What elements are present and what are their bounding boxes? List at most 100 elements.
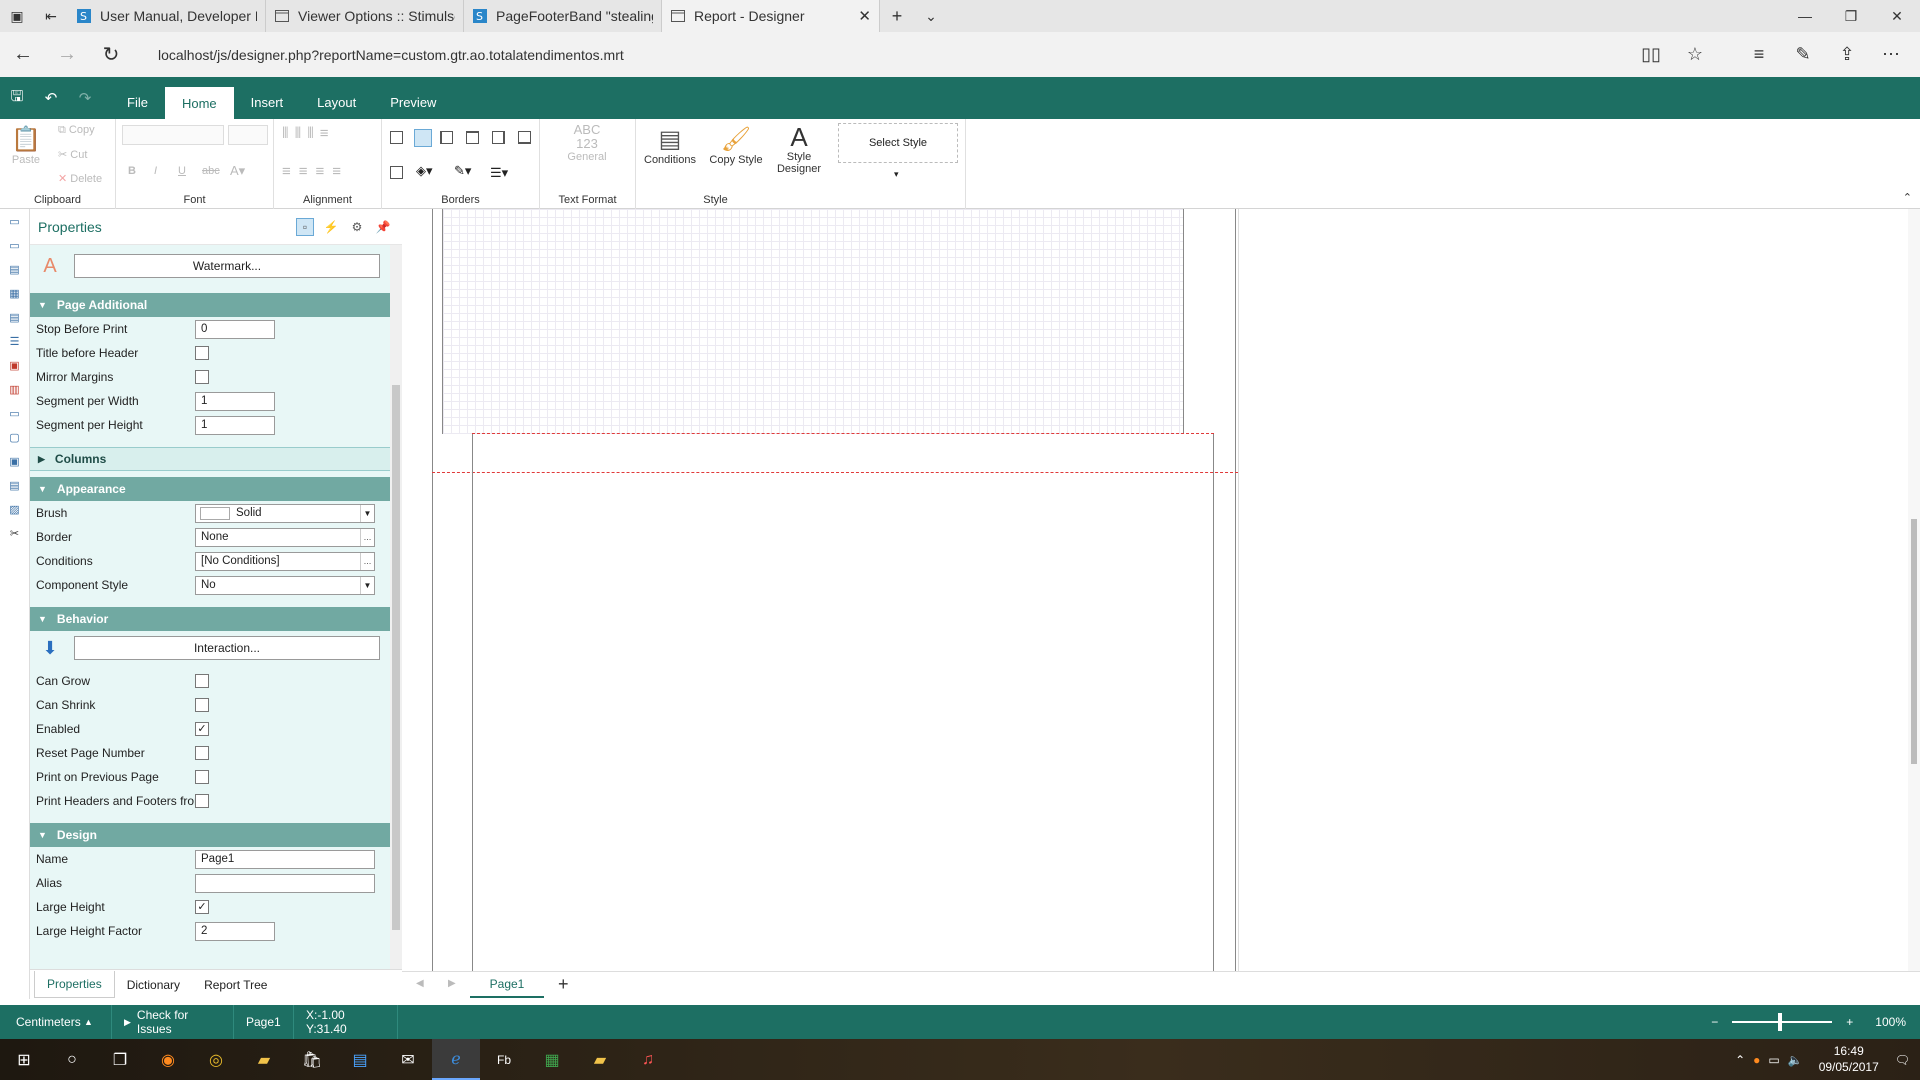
excel-icon[interactable]: ▦: [528, 1039, 576, 1080]
font-color-icon[interactable]: A▾: [230, 163, 245, 179]
tray-app-icon[interactable]: ●: [1753, 1053, 1760, 1067]
data-band-icon[interactable]: ▦: [0, 281, 29, 305]
select-style-box[interactable]: Select Style: [838, 123, 958, 163]
tab-preview[interactable]: Preview: [373, 87, 453, 117]
reading-view-icon[interactable]: ▯▯: [1632, 44, 1670, 65]
refresh-icon[interactable]: ↻: [94, 42, 128, 67]
ellipsis-icon[interactable]: …: [360, 528, 374, 546]
units-selector[interactable]: Centimeters ▲: [0, 1005, 112, 1039]
settings-gear-icon[interactable]: ⚙: [348, 218, 366, 236]
barcode-icon[interactable]: ▥: [0, 377, 29, 401]
tab-preview-chevron-icon[interactable]: ⌄: [914, 0, 948, 32]
enabled-checkbox[interactable]: ✓: [195, 722, 209, 736]
segment-per-height-input[interactable]: 1: [195, 415, 275, 435]
store-icon[interactable]: 🛍: [288, 1039, 336, 1080]
border-color-icon[interactable]: ✎▾: [454, 163, 471, 179]
no-border-icon[interactable]: [390, 166, 403, 179]
page-header-band-icon[interactable]: ▭: [0, 233, 29, 257]
copy-style-button[interactable]: 🖌 Copy Style: [706, 125, 766, 166]
check-issues-button[interactable]: ▶ Check for Issues: [112, 1005, 234, 1039]
tab-properties[interactable]: Properties: [34, 971, 115, 998]
page-body[interactable]: [472, 434, 1214, 971]
can-grow-checkbox[interactable]: [195, 674, 209, 688]
chart-icon[interactable]: ▤: [0, 473, 29, 497]
can-shrink-checkbox[interactable]: [195, 698, 209, 712]
section-page-additional[interactable]: ▼ Page Additional: [30, 293, 390, 317]
add-page-button[interactable]: +: [558, 974, 569, 995]
browser-tab-active[interactable]: Report - Designer ✕: [662, 0, 880, 32]
gauge-icon[interactable]: ▨: [0, 497, 29, 521]
italic-button[interactable]: I: [154, 165, 157, 177]
zoom-in-button[interactable]: +: [1846, 1015, 1853, 1029]
conditions-field[interactable]: [No Conditions]…: [195, 551, 375, 571]
firefox-icon[interactable]: ◉: [144, 1039, 192, 1080]
zoom-slider-knob[interactable]: [1778, 1013, 1783, 1031]
subreport-icon[interactable]: ▣: [0, 449, 29, 473]
tab-report-tree[interactable]: Report Tree: [192, 972, 279, 998]
chrome-icon[interactable]: ◎: [192, 1039, 240, 1080]
border-bottom-icon[interactable]: [518, 131, 531, 144]
brush-select[interactable]: Solid ▼: [195, 503, 375, 523]
start-windows-icon[interactable]: ⊞: [0, 1039, 48, 1080]
print-headers-footers-checkbox[interactable]: [195, 794, 209, 808]
page-next-icon[interactable]: ▶: [448, 978, 456, 989]
tab-list-icon[interactable]: ▣: [0, 0, 34, 32]
delete-button[interactable]: ✕ Delete: [58, 172, 102, 185]
font-name-select[interactable]: [122, 125, 224, 145]
report-title-band-icon[interactable]: ▭: [0, 209, 29, 233]
volume-icon[interactable]: 🔈: [1788, 1053, 1803, 1067]
border-left-icon[interactable]: [440, 131, 453, 144]
network-icon[interactable]: ▭: [1768, 1053, 1779, 1067]
section-design[interactable]: ▼ Design: [30, 823, 390, 847]
app-blue-icon[interactable]: ▤: [336, 1039, 384, 1080]
conditions-button[interactable]: ▤ Conditions: [642, 125, 698, 166]
zoom-slider[interactable]: [1732, 1013, 1833, 1031]
url-field[interactable]: localhost/js/designer.php?reportName=cus…: [158, 47, 624, 63]
section-appearance[interactable]: ▼ Appearance: [30, 477, 390, 501]
large-height-factor-input[interactable]: 2: [195, 921, 275, 941]
firebird-icon[interactable]: Fb: [480, 1039, 528, 1080]
collapse-ribbon-icon[interactable]: ⌃: [1903, 191, 1912, 204]
align-icons-bottom[interactable]: ≡≡≡≡: [282, 163, 349, 180]
save-icon[interactable]: 🖫: [0, 77, 34, 119]
style-designer-button[interactable]: A Style Designer: [774, 123, 824, 175]
font-size-select[interactable]: [228, 125, 268, 145]
underline-button[interactable]: U: [178, 165, 186, 177]
panel-icon[interactable]: ▢: [0, 425, 29, 449]
tray-chevron-icon[interactable]: ⌃: [1735, 1053, 1745, 1067]
report-page-grid[interactable]: [442, 209, 1184, 434]
properties-view-icon[interactable]: ▫: [296, 217, 314, 236]
tab-dictionary[interactable]: Dictionary: [115, 972, 192, 998]
bold-button[interactable]: B: [128, 165, 136, 177]
border-outside-icon[interactable]: [414, 129, 432, 147]
browser-tab-3[interactable]: S PageFooterBand "stealing" s: [464, 0, 662, 32]
set-aside-tabs-icon[interactable]: ⇤: [34, 0, 68, 32]
watermark-button[interactable]: Watermark...: [74, 254, 380, 278]
tab-file[interactable]: File: [110, 87, 165, 117]
large-height-checkbox[interactable]: ✓: [195, 900, 209, 914]
fill-color-icon[interactable]: ◈▾: [416, 163, 433, 179]
strikethrough-button[interactable]: abc: [202, 165, 220, 177]
select-style-dropdown-icon[interactable]: ▾: [894, 169, 899, 180]
print-on-previous-page-checkbox[interactable]: [195, 770, 209, 784]
scrollbar-thumb[interactable]: [392, 385, 400, 930]
page-tab-page1[interactable]: Page1: [470, 972, 544, 998]
minimize-icon[interactable]: —: [1782, 0, 1828, 32]
restore-icon[interactable]: ❐: [1828, 0, 1874, 32]
scrollbar-thumb[interactable]: [1911, 519, 1917, 764]
zoom-out-button[interactable]: −: [1711, 1015, 1718, 1029]
properties-scrollbar[interactable]: [390, 245, 402, 969]
cortana-icon[interactable]: ○: [48, 1039, 96, 1080]
section-columns[interactable]: ▶ Columns: [30, 447, 390, 471]
shape-icon[interactable]: ▭: [0, 401, 29, 425]
border-all-icon[interactable]: [390, 131, 403, 144]
stop-before-print-input[interactable]: 0: [195, 319, 275, 339]
close-tab-icon[interactable]: ✕: [858, 7, 871, 25]
close-window-icon[interactable]: ✕: [1874, 0, 1920, 32]
share-icon[interactable]: ⇪: [1828, 44, 1866, 65]
tab-insert[interactable]: Insert: [234, 87, 301, 117]
alias-input[interactable]: [195, 873, 375, 893]
design-canvas[interactable]: [402, 209, 1910, 971]
rich-text-icon[interactable]: ☰: [0, 329, 29, 353]
hub-icon[interactable]: ≡: [1740, 44, 1778, 65]
